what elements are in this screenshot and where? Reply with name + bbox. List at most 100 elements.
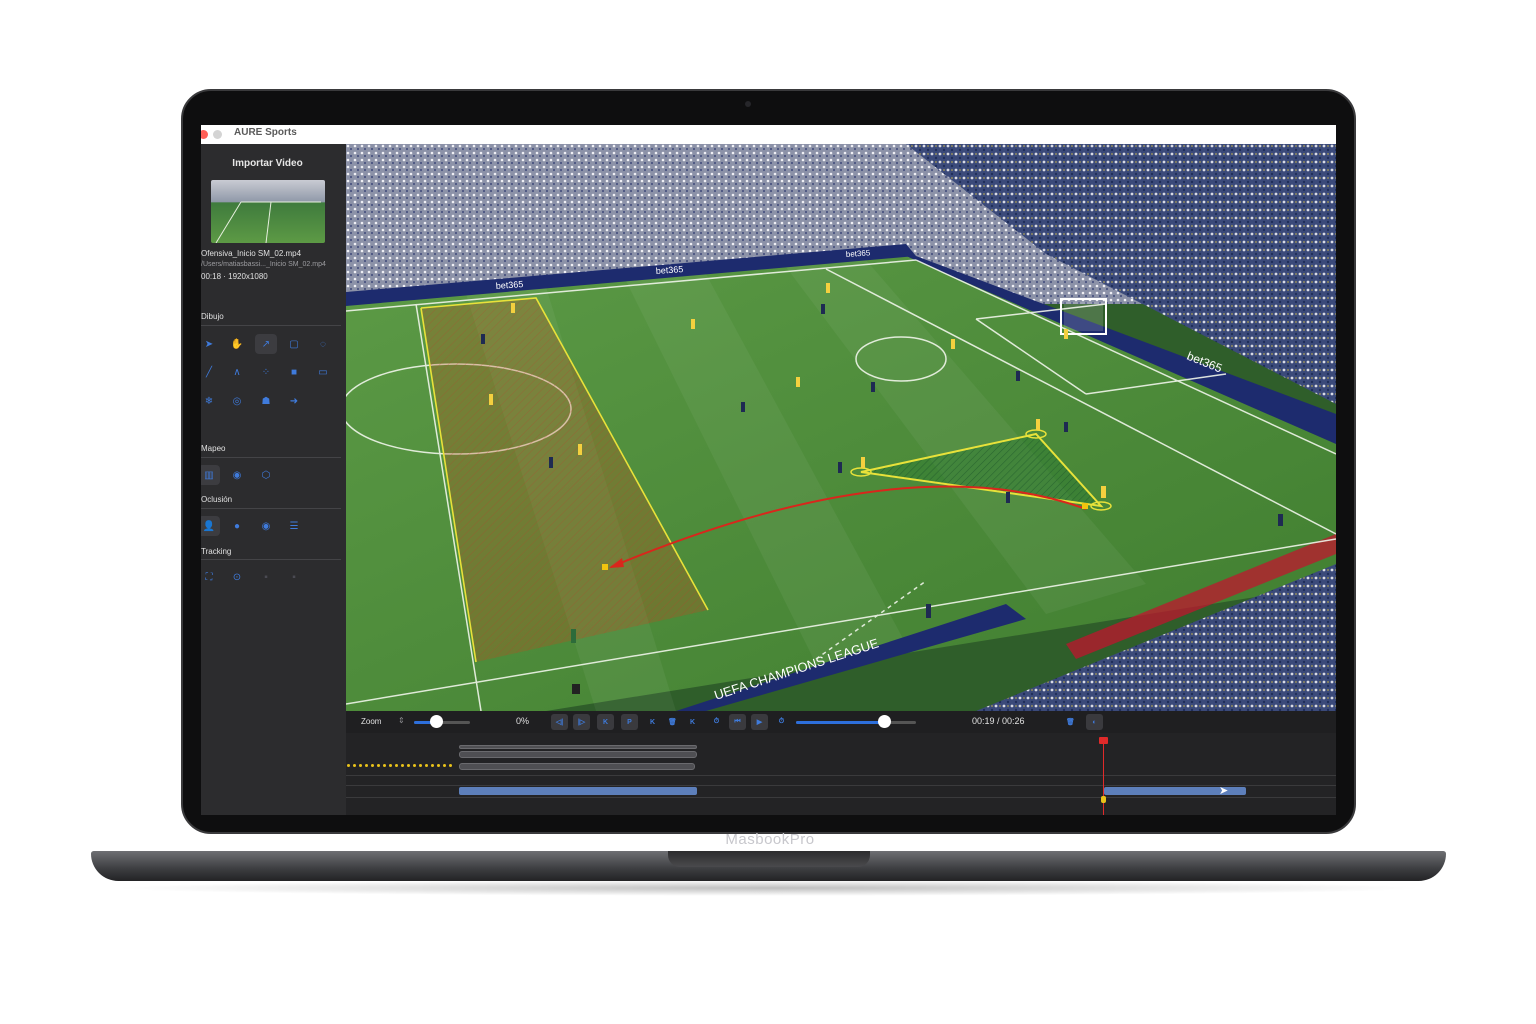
rectangle-icon[interactable]: ▢ bbox=[283, 334, 305, 354]
svg-text:bet365: bet365 bbox=[655, 264, 683, 276]
section-oclusion-title: Oclusión bbox=[201, 495, 233, 504]
tracking-a-icon[interactable]: ▪ bbox=[255, 567, 277, 587]
keyframe-dots bbox=[347, 764, 457, 768]
keyframe-dot[interactable] bbox=[389, 764, 392, 767]
track-divider bbox=[346, 785, 1336, 786]
zoom-stepper[interactable]: ⇕ bbox=[398, 716, 405, 725]
minimize-button[interactable] bbox=[213, 130, 222, 139]
play-button[interactable]: ▶ bbox=[751, 714, 768, 730]
track-divider bbox=[346, 797, 1336, 798]
playhead-marker bbox=[1101, 796, 1106, 803]
person-icon[interactable]: 👤 bbox=[201, 516, 220, 536]
next-frame-button[interactable]: |▷ bbox=[573, 714, 590, 730]
video-thumbnail[interactable] bbox=[211, 180, 325, 243]
window-title: AURE Sports bbox=[234, 127, 297, 138]
circle-filled-icon[interactable]: ● bbox=[226, 516, 248, 536]
keyframe-dot[interactable] bbox=[431, 764, 434, 767]
keyframe-dot[interactable] bbox=[425, 764, 428, 767]
svg-text:bet365: bet365 bbox=[846, 248, 872, 259]
laptop-notch bbox=[668, 851, 870, 867]
progress-knob[interactable] bbox=[877, 715, 891, 728]
pause-mark-button[interactable]: P bbox=[621, 714, 638, 730]
snowflake-icon[interactable]: ❄ bbox=[201, 391, 220, 411]
keyframe-dot[interactable] bbox=[371, 764, 374, 767]
play-circle-icon[interactable]: ⊙ bbox=[226, 567, 248, 587]
app-window: AURE Sports Importar Video Ofensiva_Inic… bbox=[201, 125, 1336, 815]
close-button[interactable] bbox=[201, 130, 208, 139]
keyframe-dot[interactable] bbox=[443, 764, 446, 767]
section-mapeo-title: Mapeo bbox=[201, 444, 226, 453]
camera bbox=[745, 101, 751, 107]
keyframe-dot[interactable] bbox=[407, 764, 410, 767]
timer-start-icon[interactable]: ⏱ bbox=[708, 714, 725, 730]
mouse-cursor-icon: ➤ bbox=[1219, 785, 1229, 797]
keyframe-dot[interactable] bbox=[347, 764, 350, 767]
tracking-b-icon[interactable]: ▪ bbox=[283, 567, 305, 587]
timer-end-icon[interactable]: ⏱ bbox=[773, 714, 790, 730]
clip-segment[interactable] bbox=[459, 751, 697, 758]
keyframe-dot[interactable] bbox=[395, 764, 398, 767]
title-bar: AURE Sports bbox=[201, 125, 1336, 145]
trash-icon[interactable]: 🗑 bbox=[1062, 714, 1079, 730]
divider bbox=[201, 457, 341, 458]
keyframe-dot[interactable] bbox=[413, 764, 416, 767]
delete-keyframe-icon[interactable]: 🗑 bbox=[664, 714, 681, 730]
prev-keyframe-button[interactable]: K bbox=[644, 714, 661, 730]
target-icon[interactable]: ◎ bbox=[226, 391, 248, 411]
spotlight-icon[interactable]: ☗ bbox=[255, 391, 277, 411]
file-path: /Users/matiasbassi..._Inicio SM_02.mp4 bbox=[201, 261, 326, 268]
network-icon[interactable]: ⁘ bbox=[255, 362, 277, 382]
circle-icon[interactable]: ◌ bbox=[312, 334, 334, 354]
divider bbox=[201, 325, 341, 326]
playhead[interactable] bbox=[1103, 743, 1104, 815]
keyframe-dot[interactable] bbox=[437, 764, 440, 767]
keyframe-dot[interactable] bbox=[401, 764, 404, 767]
keyframe-dot[interactable] bbox=[383, 764, 386, 767]
bbox-icon[interactable]: ⛶ bbox=[201, 567, 220, 587]
hand-icon[interactable]: ✋ bbox=[226, 334, 248, 354]
map-icon[interactable]: ▥ bbox=[201, 465, 220, 485]
arrow-circle-icon[interactable]: ➜ bbox=[283, 391, 305, 411]
keyframe-dot[interactable] bbox=[377, 764, 380, 767]
eye-icon[interactable]: ◉ bbox=[255, 516, 277, 536]
keyframe-button[interactable]: K bbox=[597, 714, 614, 730]
track-divider bbox=[346, 775, 1336, 776]
import-video-button[interactable]: Importar Video bbox=[201, 158, 334, 169]
video-canvas[interactable]: bet365 bet365 bet365 bet365 UEFA CHAMPIO… bbox=[346, 144, 1336, 711]
keyframe-dot[interactable] bbox=[353, 764, 356, 767]
keyframe-dot[interactable] bbox=[365, 764, 368, 767]
keyframe-dot[interactable] bbox=[449, 764, 452, 767]
comment-icon[interactable]: ▭ bbox=[312, 362, 334, 382]
divider bbox=[201, 559, 341, 560]
time-display: 00:19 / 00:26 bbox=[972, 716, 1025, 726]
zoom-slider-knob[interactable] bbox=[430, 715, 444, 728]
cube-icon[interactable]: ⬡ bbox=[255, 465, 277, 485]
zoom-percent: 0% bbox=[516, 716, 530, 726]
arrow-icon[interactable]: ↗ bbox=[255, 334, 277, 354]
timeline[interactable]: ➤ bbox=[346, 733, 1336, 815]
annotation-segment[interactable] bbox=[459, 787, 697, 795]
keyframe-dot[interactable] bbox=[419, 764, 422, 767]
file-name: Ofensiva_Inicio SM_02.mp4 bbox=[201, 249, 302, 258]
keyframe-dot[interactable] bbox=[359, 764, 362, 767]
eye-icon[interactable]: ◉ bbox=[226, 465, 248, 485]
playhead-handle[interactable] bbox=[1099, 737, 1108, 744]
section-dibujo-title: Dibujo bbox=[201, 312, 224, 321]
next-keyframe-button[interactable]: K bbox=[684, 714, 701, 730]
lines-icon[interactable]: ☰ bbox=[283, 516, 305, 536]
zoom-label: Zoom bbox=[361, 717, 382, 726]
square-filled-icon[interactable]: ■ bbox=[283, 362, 305, 382]
contrast-icon[interactable]: ◐ bbox=[1086, 714, 1103, 730]
clip-segment[interactable] bbox=[459, 745, 697, 749]
section-tracking-title: Tracking bbox=[201, 547, 232, 556]
rewind-button[interactable]: ⏮ bbox=[729, 714, 746, 730]
svg-text:bet365: bet365 bbox=[495, 279, 523, 291]
prev-frame-button[interactable]: ◁| bbox=[551, 714, 568, 730]
sidebar: Importar Video Ofensiva_Inicio SM_02.mp4… bbox=[201, 144, 346, 815]
cursor-icon[interactable]: ➤ bbox=[201, 334, 220, 354]
line-icon[interactable]: ╱ bbox=[201, 362, 220, 382]
clip-segment[interactable] bbox=[459, 763, 695, 770]
angle-icon[interactable]: ∧ bbox=[226, 362, 248, 382]
file-meta: 00:18 · 1920x1080 bbox=[201, 272, 268, 281]
device-label: MasbookPro bbox=[725, 831, 815, 848]
